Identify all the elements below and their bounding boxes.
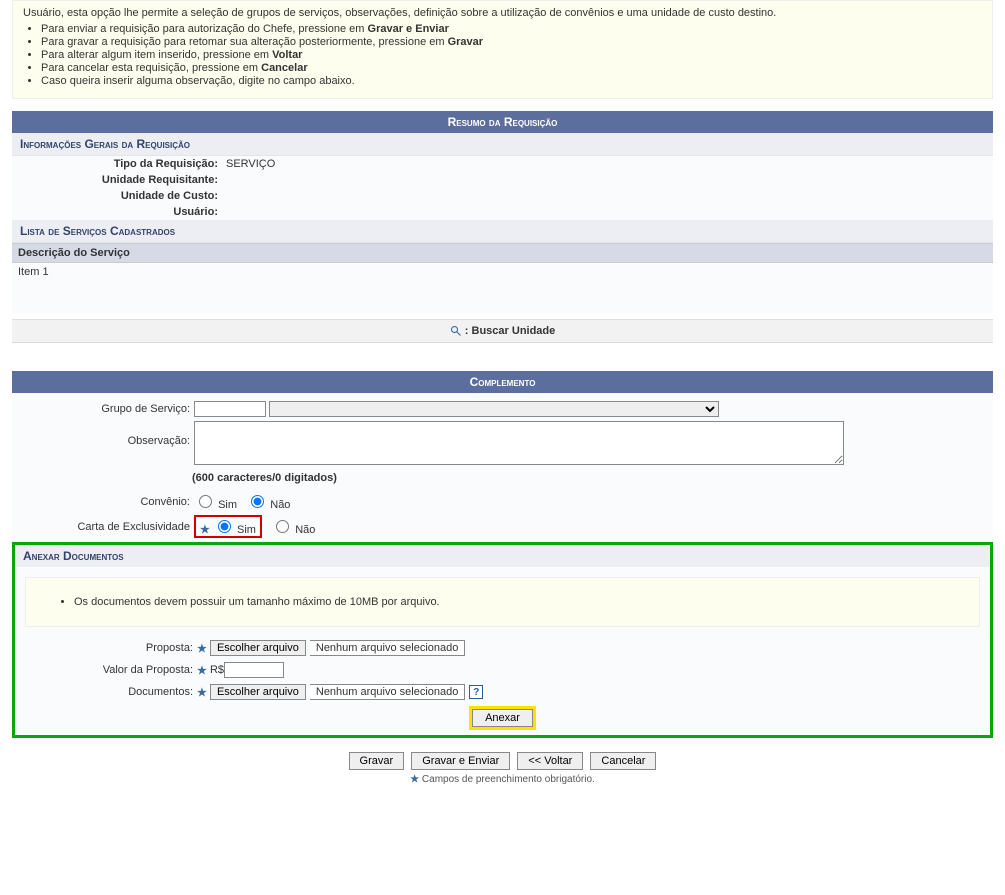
valor-row: Valor da Proposta: ★ R$ [15, 659, 990, 681]
grupo-label: Grupo de Serviço: [18, 403, 194, 415]
tipo-value: SERVIÇO [222, 156, 993, 172]
gravar-button[interactable]: Gravar [349, 752, 405, 770]
help-icon[interactable]: ? [469, 685, 483, 699]
carta-nao-option[interactable]: Não [271, 524, 315, 536]
info-table: Tipo da Requisição:SERVIÇO Unidade Requi… [12, 156, 993, 220]
convenio-row: Convênio: Sim Não [12, 490, 993, 513]
carta-row: Carta de Exclusividade ★ Sim Não [12, 513, 993, 540]
convenio-nao-radio[interactable] [251, 495, 264, 508]
intro-item: Para enviar a requisição para autorizaçã… [41, 23, 982, 35]
complemento-caption: Complemento [12, 371, 993, 393]
intro-box: Usuário, esta opção lhe permite a seleçã… [12, 0, 993, 99]
anexar-caption: Anexar Documentos [15, 545, 990, 567]
search-icon [450, 325, 462, 337]
required-star-icon: ★ [410, 774, 419, 785]
anexar-section: Anexar Documentos Os documentos devem po… [12, 542, 993, 738]
intro-item: Para alterar algum item inserido, pressi… [41, 49, 982, 61]
valor-label: Valor da Proposta: [21, 664, 197, 676]
unidade-custo-value [222, 188, 993, 204]
cancelar-button[interactable]: Cancelar [590, 752, 656, 770]
unidade-custo-label: Unidade de Custo: [12, 188, 222, 204]
convenio-sim-option[interactable]: Sim [194, 499, 237, 511]
proposta-row: Proposta: ★ Escolher arquivoNenhum arqui… [15, 637, 990, 659]
proposta-file-button[interactable]: Escolher arquivo [210, 640, 306, 656]
carta-nao-radio[interactable] [276, 520, 289, 533]
carta-sim-radio[interactable] [218, 520, 231, 533]
obs-row: Observação: [12, 419, 993, 470]
carta-label: Carta de Exclusividade [18, 521, 194, 533]
proposta-label: Proposta: [21, 642, 197, 654]
required-star-icon: ★ [197, 664, 207, 677]
obs-textarea[interactable] [194, 421, 844, 465]
resumo-sub-info: Informações Gerais da Requisição [12, 133, 993, 156]
convenio-nao-option[interactable]: Não [246, 499, 290, 511]
unidade-req-label: Unidade Requisitante: [12, 172, 222, 188]
intro-item: Caso queira inserir alguma observação, d… [41, 75, 982, 87]
intro-item: Para gravar a requisição para retomar su… [41, 36, 982, 48]
unidade-req-value [222, 172, 993, 188]
carta-sim-option[interactable]: Sim [213, 524, 256, 536]
buscar-label: : Buscar Unidade [465, 325, 555, 337]
required-star-icon: ★ [197, 642, 207, 655]
char-count: (600 caracteres/0 digitados) [192, 470, 993, 490]
carta-sim-highlight: ★ Sim [194, 515, 262, 538]
convenio-sim-radio[interactable] [199, 495, 212, 508]
required-star-icon: ★ [200, 524, 210, 536]
documentos-row: Documentos: ★ Escolher arquivoNenhum arq… [15, 681, 990, 703]
valor-prefix: R$ [210, 664, 224, 676]
gravar-enviar-button[interactable]: Gravar e Enviar [411, 752, 510, 770]
resumo-caption: Resumo da Requisição [12, 111, 993, 133]
intro-list: Para enviar a requisição para autorizaçã… [41, 23, 982, 87]
grupo-code-input[interactable] [194, 401, 266, 417]
action-buttons: Gravar Gravar e Enviar << Voltar Cancela… [12, 744, 993, 774]
grupo-row: Grupo de Serviço: [12, 399, 993, 419]
anexar-note: Os documentos devem possuir um tamanho m… [74, 596, 961, 608]
voltar-button[interactable]: << Voltar [517, 752, 583, 770]
usuario-label: Usuário: [12, 204, 222, 220]
valor-input[interactable] [224, 662, 284, 678]
servico-list: Item 1 [12, 263, 993, 313]
anexar-button[interactable]: Anexar [472, 709, 533, 727]
resumo-sub-lista: Lista de Serviços Cadastrados [12, 220, 993, 243]
grupo-select[interactable] [269, 401, 719, 417]
documentos-label: Documentos: [21, 686, 197, 698]
obs-label: Observação: [18, 421, 194, 447]
anexar-note-box: Os documentos devem possuir um tamanho m… [25, 577, 980, 627]
documentos-file-button[interactable]: Escolher arquivo [210, 684, 306, 700]
documentos-file-status: Nenhum arquivo selecionado [310, 684, 465, 700]
convenio-label: Convênio: [18, 496, 194, 508]
footer-note: ★ Campos de preenchimento obrigatório. [12, 774, 993, 803]
intro-lead: Usuário, esta opção lhe permite a seleçã… [23, 7, 982, 19]
servico-row: Item 1 [18, 266, 987, 278]
proposta-file-status: Nenhum arquivo selecionado [310, 640, 465, 656]
required-star-icon: ★ [197, 686, 207, 699]
servico-col-header: Descrição do Serviço [12, 243, 993, 263]
intro-item: Para cancelar esta requisição, pressione… [41, 62, 982, 74]
usuario-value [222, 204, 993, 220]
buscar-unidade-hint: : Buscar Unidade [12, 319, 993, 343]
tipo-label: Tipo da Requisição: [12, 156, 222, 172]
